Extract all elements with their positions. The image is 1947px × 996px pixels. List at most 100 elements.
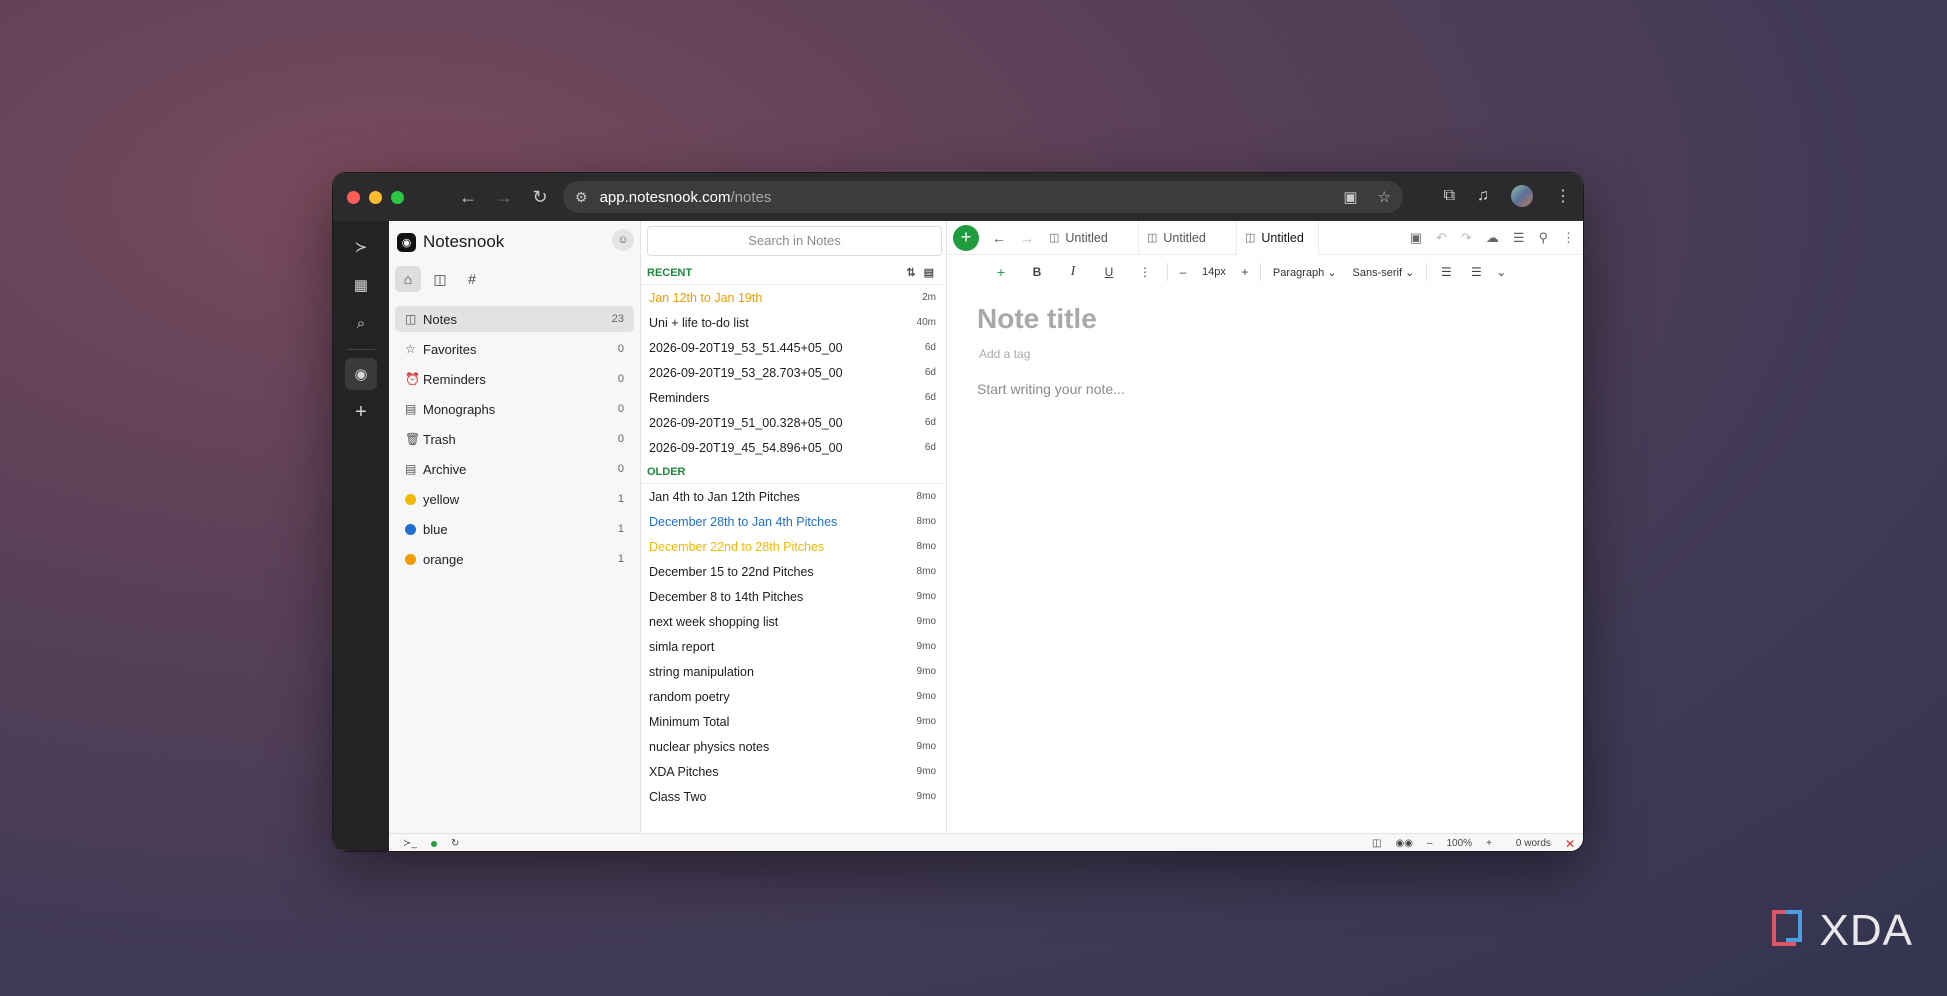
new-note-button[interactable]: + xyxy=(953,224,979,251)
tab-forward-icon[interactable]: → xyxy=(1013,230,1041,246)
grid-icon[interactable]: ▦ xyxy=(345,269,377,301)
note-item[interactable]: 2026-09-20T19_51_00.328+05_00 6d xyxy=(641,410,946,435)
address-bar[interactable]: ⚙ app.notesnook.com/notes ▣ ☆ xyxy=(563,181,1403,213)
note-item[interactable]: Minimum Total 9mo xyxy=(641,709,946,734)
cloud-sync-icon[interactable]: ☁ xyxy=(1486,230,1499,246)
note-item[interactable]: next week shopping list 9mo xyxy=(641,609,946,634)
sidebar-item-color-yellow[interactable]: yellow 1 xyxy=(395,486,634,512)
account-icon[interactable]: ☺ xyxy=(612,229,634,251)
app-name: Notesnook xyxy=(423,232,505,251)
sort-icon[interactable]: ⇅ xyxy=(906,266,915,279)
sidebar-item-color-orange[interactable]: orange 1 xyxy=(395,546,634,572)
bookmark-star-icon[interactable]: ☆ xyxy=(1378,188,1391,206)
minimize-window-button[interactable] xyxy=(369,190,382,204)
note-item[interactable]: December 15 to 22nd Pitches 8mo xyxy=(641,559,946,584)
note-item[interactable]: Jan 12th to Jan 19th 2m xyxy=(641,285,946,310)
notesnook-profile-icon[interactable]: ◉ xyxy=(345,358,377,390)
insert-block-icon[interactable]: + xyxy=(983,264,1019,280)
more-options-icon[interactable]: ⋮ xyxy=(1562,230,1575,246)
group-header-older: OLDER xyxy=(641,460,946,484)
sidebar-item-monographs[interactable]: ▤ Monographs 0 xyxy=(395,396,634,422)
decrease-font-icon[interactable]: – xyxy=(1172,265,1194,279)
tab-back-icon[interactable]: ← xyxy=(985,230,1013,246)
more-format-icon[interactable]: ⋮ xyxy=(1127,265,1163,279)
redo-icon[interactable]: ↷ xyxy=(1461,230,1472,246)
tab-untitled-2[interactable]: ◫ Untitled xyxy=(1139,220,1237,255)
note-title-input[interactable]: Note title xyxy=(977,303,1583,339)
browser-window: ← → ↻ ⚙ app.notesnook.com/notes ▣ ☆ ⧉ ♫ … xyxy=(332,172,1584,852)
sidebar-item-trash[interactable]: 🗑 Trash 0 xyxy=(395,426,634,452)
note-item[interactable]: nuclear physics notes 9mo xyxy=(641,734,946,759)
notesnook-app: ≻ ▦ ⌕ ◉ + ◉ Notesnook ☺ ⌂ ◫ # ◫ Notes 23… xyxy=(333,220,1583,851)
zoom-in-icon[interactable]: + xyxy=(1486,838,1492,849)
note-timestamp: 9mo xyxy=(916,591,936,602)
focus-mode-icon[interactable]: ◉◉ xyxy=(1395,838,1412,849)
sidebar-item-color-blue[interactable]: blue 1 xyxy=(395,516,634,542)
numbered-list-icon[interactable]: ☰ xyxy=(1461,265,1491,279)
note-title: 2026-09-20T19_53_51.445+05_00 xyxy=(649,340,843,355)
tab-untitled-1[interactable]: ◫ Untitled xyxy=(1041,220,1139,255)
list-options-chevron-icon[interactable]: ⌄ xyxy=(1491,265,1511,279)
browser-menu-icon[interactable]: ⋮ xyxy=(1555,186,1571,206)
sidebar-item-favorites[interactable]: ☆ Favorites 0 xyxy=(395,336,634,362)
note-item[interactable]: XDA Pitches 9mo xyxy=(641,759,946,784)
notesnook-logo-icon: ◉ xyxy=(397,232,416,252)
close-window-button[interactable] xyxy=(347,190,360,204)
sidebar-item-notes[interactable]: ◫ Notes 23 xyxy=(395,306,634,332)
note-item[interactable]: December 28th to Jan 4th Pitches 8mo xyxy=(641,509,946,534)
reload-icon[interactable]: ↻ xyxy=(522,187,558,208)
search-icon[interactable]: ⚲ xyxy=(1538,230,1548,246)
terminal-icon[interactable]: ≻_ xyxy=(403,838,417,849)
note-item[interactable]: simla report 9mo xyxy=(641,634,946,659)
close-icon[interactable]: ✕ xyxy=(1565,837,1575,851)
note-item[interactable]: Uni + life to-do list 40m xyxy=(641,310,946,335)
search-list-icon[interactable]: ⌕ xyxy=(345,307,377,339)
tab-label: Untitled xyxy=(1163,230,1206,245)
underline-icon[interactable]: U xyxy=(1091,265,1127,279)
sidebar-item-reminders[interactable]: ⏰ Reminders 0 xyxy=(395,366,634,392)
add-profile-icon[interactable]: + xyxy=(345,396,377,428)
sidebar-item-archive[interactable]: ▤ Archive 0 xyxy=(395,456,634,482)
extensions-icon[interactable]: ⧉ xyxy=(1444,187,1455,205)
url-host: app.notesnook.com xyxy=(599,188,731,206)
profile-avatar[interactable] xyxy=(1511,185,1533,207)
note-item[interactable]: string manipulation 9mo xyxy=(641,659,946,684)
publish-icon[interactable]: ▣ xyxy=(1410,230,1422,246)
media-controls-icon[interactable]: ♫ xyxy=(1477,187,1489,205)
notebook-icon[interactable]: ◫ xyxy=(427,266,453,292)
maximize-window-button[interactable] xyxy=(391,190,404,204)
install-app-icon[interactable]: ▣ xyxy=(1343,188,1357,206)
note-item[interactable]: December 8 to 14th Pitches 9mo xyxy=(641,584,946,609)
add-tag-input[interactable]: Add a tag xyxy=(979,347,1583,361)
bullet-list-icon[interactable]: ☰ xyxy=(1431,265,1461,279)
note-item[interactable]: Class Two 9mo xyxy=(641,784,946,809)
layout-toggle-icon[interactable]: ◫ xyxy=(1372,838,1381,849)
zoom-out-icon[interactable]: – xyxy=(1427,838,1433,849)
properties-list-icon[interactable]: ☰ xyxy=(1513,230,1525,246)
forward-icon[interactable]: → xyxy=(486,187,522,208)
back-icon[interactable]: ← xyxy=(450,187,486,208)
expand-sidebar-icon[interactable]: ≻ xyxy=(345,231,377,263)
note-item[interactable]: 2026-09-20T19_45_54.896+05_00 6d xyxy=(641,435,946,460)
home-icon[interactable]: ⌂ xyxy=(395,266,421,292)
tags-hash-icon[interactable]: # xyxy=(459,266,485,292)
undo-icon[interactable]: ↶ xyxy=(1436,230,1447,246)
italic-icon[interactable]: I xyxy=(1055,264,1091,280)
sync-icon[interactable]: ↻ xyxy=(451,838,459,849)
note-item[interactable]: Jan 4th to Jan 12th Pitches 8mo xyxy=(641,484,946,509)
note-item[interactable]: 2026-09-20T19_53_51.445+05_00 6d xyxy=(641,335,946,360)
search-input[interactable]: Search in Notes xyxy=(647,226,942,256)
site-settings-icon[interactable]: ⚙ xyxy=(575,189,588,206)
tab-untitled-active[interactable]: ◫ Untitled xyxy=(1237,220,1319,255)
bold-icon[interactable]: B xyxy=(1019,265,1055,279)
font-size-value[interactable]: 14px xyxy=(1194,266,1234,278)
increase-font-icon[interactable]: + xyxy=(1234,265,1256,279)
note-item[interactable]: December 22nd to 28th Pitches 8mo xyxy=(641,534,946,559)
list-view-icon[interactable]: ▤ xyxy=(924,266,934,279)
note-item[interactable]: Reminders 6d xyxy=(641,385,946,410)
note-item[interactable]: 2026-09-20T19_53_28.703+05_00 6d xyxy=(641,360,946,385)
note-body-editor[interactable]: Start writing your note... xyxy=(977,381,1583,397)
block-type-select[interactable]: Paragraph ⌄ xyxy=(1265,266,1345,279)
font-family-select[interactable]: Sans-serif ⌄ xyxy=(1345,266,1423,279)
note-item[interactable]: random poetry 9mo xyxy=(641,684,946,709)
